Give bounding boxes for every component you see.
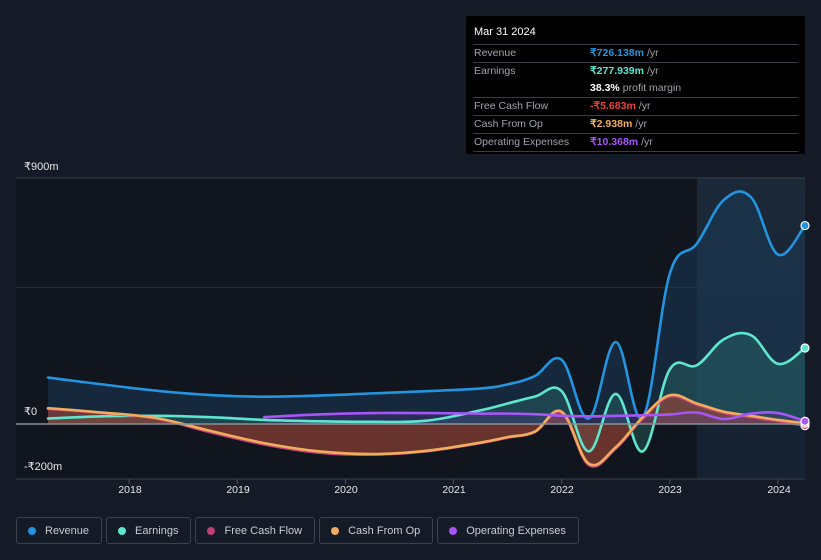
revenue-endpoint (800, 220, 810, 231)
y-tick-label-bottom: -₹200m (24, 461, 63, 473)
tooltip-value: ₹2.938m (590, 118, 633, 130)
operating-expenses-dot-icon (449, 526, 458, 535)
tooltip-value: ₹10.368m (590, 136, 639, 148)
tooltip-label: Revenue (474, 47, 517, 59)
legend-item-operating-expenses[interactable]: Operating Expenses (437, 517, 579, 544)
cash-from-op-dot-icon (331, 526, 340, 535)
legend-label: Revenue (45, 524, 90, 537)
chart-legend: Revenue Earnings Free Cash Flow Cash Fro… (16, 517, 579, 544)
x-tick-label: 2021 (442, 484, 466, 496)
legend-item-cash-from-op[interactable]: Cash From Op (319, 517, 434, 544)
tooltip-row-revenue: Revenue ₹726.138m /yr (473, 44, 798, 62)
tooltip-row-operating-expenses: Operating Expenses ₹10.368m /yr (473, 133, 798, 151)
x-tick-label: 2022 (550, 484, 574, 496)
tooltip-value: ₹277.939m (590, 65, 644, 77)
legend-label: Operating Expenses (466, 524, 566, 537)
earnings-dot-icon (118, 526, 127, 535)
y-tick-label-top: ₹900m (24, 161, 59, 173)
tooltip-unit: /yr (641, 136, 653, 148)
tooltip-value: -₹5.683m (590, 100, 636, 112)
tooltip-row-earnings: Earnings ₹277.939m /yr (473, 62, 798, 80)
y-tick-label-zero: ₹0 (24, 406, 38, 418)
x-tick-label: 2018 (118, 484, 142, 496)
earnings-endpoint (800, 343, 810, 353)
tooltip-panel: Mar 31 2024 Revenue ₹726.138m /yr Earnin… (466, 16, 805, 154)
legend-label: Earnings (135, 524, 179, 537)
tooltip-divider (473, 151, 798, 152)
legend-label: Cash From Op (348, 524, 421, 537)
legend-item-earnings[interactable]: Earnings (106, 517, 192, 544)
tooltip-date: Mar 31 2024 (474, 26, 536, 38)
tooltip-unit: profit margin (622, 82, 682, 94)
revenue-dot-icon (28, 526, 36, 535)
legend-item-free-cash-flow[interactable]: Free Cash Flow (195, 517, 316, 544)
tooltip-unit: /yr (635, 118, 647, 130)
tooltip-value: 38.3% (590, 82, 620, 94)
tooltip-value: ₹726.138m (590, 47, 644, 59)
tooltip-label: Free Cash Flow (474, 100, 549, 112)
tooltip-label: Operating Expenses (474, 136, 570, 148)
tooltip-row-free-cash-flow: Free Cash Flow -₹5.683m /yr (473, 97, 798, 115)
tooltip-label: Earnings (474, 65, 516, 77)
free-cash-flow-dot-icon (207, 526, 216, 535)
tooltip-row-cash-from-op: Cash From Op ₹2.938m /yr (473, 115, 798, 133)
tooltip-label (473, 80, 590, 97)
tooltip-unit: /yr (646, 65, 659, 77)
tooltip-unit: /yr (638, 100, 651, 112)
tooltip-row-profit-margin: 38.3% profit margin (473, 80, 798, 97)
legend-item-revenue[interactable]: Revenue (16, 517, 103, 544)
x-tick-label: 2020 (334, 484, 358, 496)
x-tick-label: 2019 (226, 484, 250, 496)
tooltip-unit: /yr (646, 47, 659, 59)
x-tick-label: 2024 (767, 484, 791, 496)
legend-label: Free Cash Flow (224, 524, 303, 537)
x-tick-label: 2023 (658, 484, 682, 496)
operating-expenses-endpoint (800, 416, 810, 426)
tooltip-label: Cash From Op (474, 118, 543, 130)
